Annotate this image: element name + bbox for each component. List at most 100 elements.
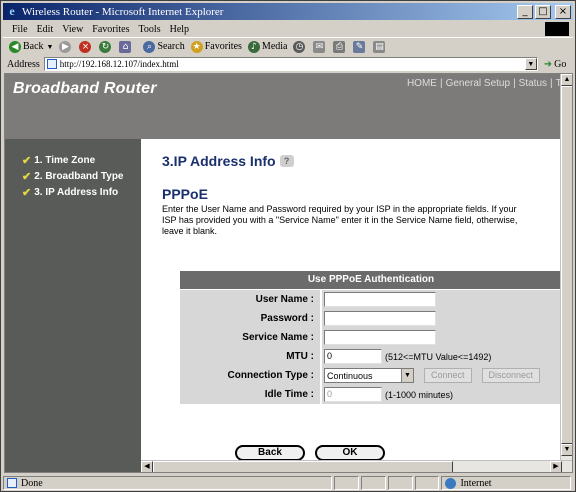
status-bar: Done Internet	[3, 475, 573, 491]
minimize-button[interactable]: _	[517, 4, 533, 19]
section-description: Enter the User Name and Password require…	[162, 204, 518, 236]
form-row-password: Password :	[180, 308, 562, 328]
go-button[interactable]: ➜ Go	[544, 59, 567, 70]
connect-button[interactable]: Connect	[424, 368, 472, 383]
wizard-actions: Back OK	[235, 445, 395, 461]
maximize-button[interactable]: □	[535, 4, 551, 19]
home-button[interactable]: ⌂	[119, 40, 133, 53]
router-header: Broadband Router HOME | General Setup | Stat…	[5, 74, 572, 139]
address-dropdown-icon[interactable]: ▼	[524, 58, 537, 70]
edit-icon: ✎	[353, 40, 366, 53]
menu-favorites[interactable]: Favorites	[92, 24, 129, 35]
nav-home[interactable]: HOME	[407, 78, 437, 89]
scroll-up-icon[interactable]: ▲	[561, 74, 572, 86]
horizontal-scrollbar[interactable]: ◀ ▶	[141, 460, 572, 472]
password-input[interactable]	[324, 311, 436, 326]
back-button[interactable]: ◀ Back ▼	[9, 40, 54, 53]
form-row-service-name: Service Name :	[180, 327, 562, 347]
top-nav: HOME|General Setup|Status|Tool	[407, 78, 572, 89]
sidebar-item-label: 2. Broadband Type	[34, 171, 124, 182]
stop-button[interactable]: ×	[79, 40, 93, 53]
main-content: 3.IP Address Info ? PPPoE Enter the User…	[141, 139, 562, 472]
menu-file[interactable]: File	[12, 24, 28, 35]
page-title: 3.IP Address Info ?	[162, 153, 294, 169]
vertical-scroll-thumb[interactable]	[561, 86, 572, 444]
address-bar: Address http://192.168.12.107/index.html…	[3, 56, 573, 72]
menu-edit[interactable]: Edit	[37, 24, 54, 35]
sidebar-item-ip-address-info[interactable]: ✔ 3. IP Address Info	[22, 186, 118, 199]
horizontal-scroll-thumb[interactable]	[153, 461, 453, 472]
forward-arrow-icon: ▶	[59, 40, 72, 53]
edit-button[interactable]: ✎	[353, 40, 367, 53]
back-arrow-icon: ◀	[9, 40, 21, 53]
status-empty-cell	[414, 476, 440, 490]
menu-bar: File Edit View Favorites Tools Help	[3, 21, 573, 37]
status-progress-cell	[333, 476, 359, 490]
back-dropdown-icon[interactable]: ▼	[47, 43, 54, 51]
checkmark-icon: ✔	[22, 171, 32, 183]
idle-time-hint: (1-1000 minutes)	[385, 389, 454, 400]
media-icon: ♪	[247, 40, 260, 53]
menu-view[interactable]: View	[62, 24, 83, 35]
media-button[interactable]: ♪ Media	[247, 40, 287, 53]
page-done-icon	[7, 478, 17, 488]
sidebar-item-time-zone[interactable]: ✔ 1. Time Zone	[22, 154, 95, 167]
mail-button[interactable]: ✉	[313, 40, 327, 53]
form-row-mtu: MTU : 0 (512<=MTU Value<=1492)	[180, 346, 562, 366]
toolbar: ◀ Back ▼ ▶ × ↻ ⌂ ⌕ Search ★ Favorites ♪ …	[3, 37, 573, 55]
menu-tools[interactable]: Tools	[139, 24, 161, 35]
user-name-input[interactable]	[324, 292, 436, 307]
address-input[interactable]: http://192.168.12.107/index.html ▼	[43, 57, 538, 71]
sidebar-item-label: 1. Time Zone	[34, 155, 96, 166]
refresh-button[interactable]: ↻	[99, 40, 113, 53]
back-wizard-button[interactable]: Back	[235, 445, 305, 461]
status-cell: Done	[3, 476, 332, 490]
close-button[interactable]: ×	[555, 4, 571, 19]
history-icon: ◷	[293, 40, 306, 53]
menu-help[interactable]: Help	[170, 24, 189, 35]
form-row-connection-type: Connection Type : Continuous ▼ Connect D…	[180, 365, 562, 385]
page-viewport: Broadband Router HOME | General Setup | Stat…	[4, 73, 573, 473]
user-name-label: User Name :	[180, 290, 320, 309]
form-header: Use PPPoE Authentication	[180, 271, 562, 289]
back-label: Back	[23, 41, 44, 52]
sidebar-item-label: 3. IP Address Info	[34, 187, 119, 198]
vertical-scrollbar[interactable]: ▲ ▼	[560, 74, 572, 462]
ok-button[interactable]: OK	[315, 445, 385, 461]
nav-status[interactable]: Status	[519, 78, 547, 89]
status-text: Done	[21, 477, 43, 489]
browser-window: e Wireless Router - Microsoft Internet E…	[0, 0, 576, 492]
scroll-left-icon[interactable]: ◀	[141, 461, 153, 472]
scroll-down-icon[interactable]: ▼	[561, 444, 572, 456]
connection-type-label: Connection Type :	[180, 366, 320, 385]
print-button[interactable]: ⎙	[333, 40, 347, 53]
history-button[interactable]: ◷	[293, 40, 307, 53]
forward-button[interactable]: ▶	[59, 40, 73, 53]
stop-icon: ×	[79, 40, 92, 53]
connection-type-select[interactable]: Continuous ▼	[324, 368, 414, 383]
sidebar-item-broadband-type[interactable]: ✔ 2. Broadband Type	[22, 170, 124, 183]
form-row-user-name: User Name :	[180, 289, 562, 309]
scroll-right-icon[interactable]: ▶	[550, 461, 562, 472]
print-icon: ⎙	[333, 40, 346, 53]
address-url: http://192.168.12.107/index.html	[59, 59, 179, 69]
section-title: PPPoE	[162, 186, 208, 202]
zone-cell: Internet	[441, 476, 571, 490]
favorites-button[interactable]: ★ Favorites	[190, 40, 242, 53]
window-title: Wireless Router - Microsoft Internet Exp…	[22, 5, 224, 18]
password-label: Password :	[180, 309, 320, 328]
disconnect-button[interactable]: Disconnect	[481, 368, 541, 383]
idle-time-input[interactable]: 0	[324, 387, 382, 402]
globe-icon	[445, 477, 457, 489]
search-icon: ⌕	[143, 40, 156, 53]
wizard-sidebar: ✔ 1. Time Zone ✔ 2. Broadband Type ✔ 3. …	[5, 139, 141, 472]
service-name-input[interactable]	[324, 330, 436, 345]
nav-general-setup[interactable]: General Setup	[446, 78, 511, 89]
idle-time-label: Idle Time :	[180, 385, 320, 404]
search-button[interactable]: ⌕ Search	[143, 40, 185, 53]
discuss-button[interactable]: ▤	[373, 40, 387, 53]
form-row-idle-time: Idle Time : 0 (1-1000 minutes)	[180, 384, 562, 404]
help-icon[interactable]: ?	[279, 155, 294, 167]
mtu-input[interactable]: 0	[324, 349, 382, 364]
home-icon: ⌂	[119, 40, 132, 53]
